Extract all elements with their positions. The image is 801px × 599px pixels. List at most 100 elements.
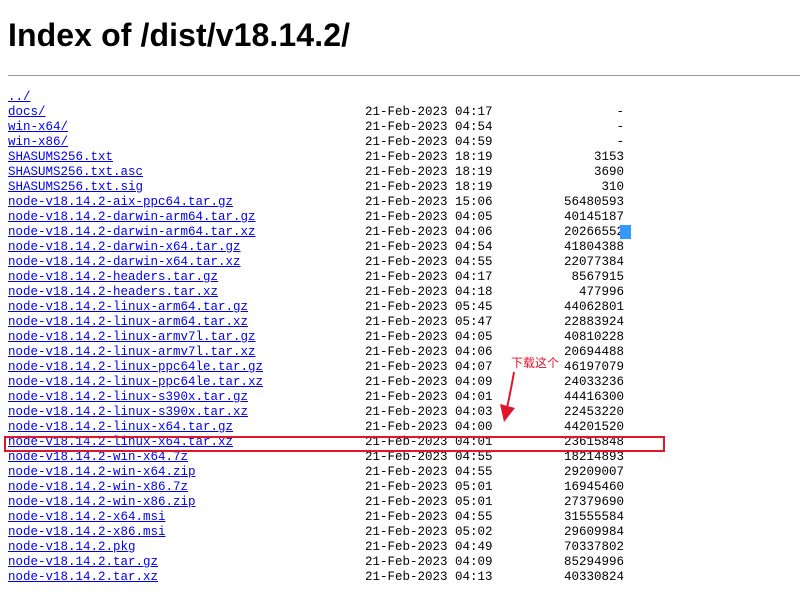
file-date: 21-Feb-2023 04:59 — [365, 135, 493, 149]
file-date: 21-Feb-2023 04:18 — [365, 285, 493, 299]
file-date: 21-Feb-2023 04:03 — [365, 405, 493, 419]
file-link[interactable]: ../ — [8, 90, 31, 104]
file-size: 40330824 — [563, 570, 624, 584]
file-date: 21-Feb-2023 04:13 — [365, 570, 493, 584]
file-date: 21-Feb-2023 04:54 — [365, 240, 493, 254]
table-row: node-v18.14.2-linux-armv7l.tar.xz 21-Feb-… — [8, 345, 624, 360]
table-row: SHASUMS256.txt.asc 21-Feb-2023 18:19 3690 — [8, 165, 624, 180]
file-date: 21-Feb-2023 04:55 — [365, 465, 493, 479]
file-link[interactable]: node-v18.14.2-linux-arm64.tar.gz — [8, 300, 248, 314]
file-size: 22453220 — [563, 405, 624, 419]
table-row: node-v18.14.2.pkg 21-Feb-2023 04:49 703378… — [8, 540, 624, 555]
file-link[interactable]: node-v18.14.2-linux-arm64.tar.xz — [8, 315, 248, 329]
file-size: 29609984 — [563, 525, 624, 539]
table-row: node-v18.14.2-win-x86.7z 21-Feb-2023 05:0… — [8, 480, 624, 495]
file-size: 85294996 — [563, 555, 624, 569]
file-link[interactable]: node-v18.14.2.pkg — [8, 540, 136, 554]
file-date: 21-Feb-2023 04:17 — [365, 270, 493, 284]
file-link[interactable]: node-v18.14.2.tar.gz — [8, 555, 158, 569]
file-size: 31555584 — [563, 510, 624, 524]
file-date: 21-Feb-2023 18:19 — [365, 165, 493, 179]
table-row: node-v18.14.2-linux-s390x.tar.gz 21-Feb-2… — [8, 390, 624, 405]
table-row: node-v18.14.2-darwin-x64.tar.gz 21-Feb-20… — [8, 240, 624, 255]
file-size: 8567915 — [571, 270, 624, 284]
file-link[interactable]: node-v18.14.2-win-x86.zip — [8, 495, 196, 509]
file-size: 56480593 — [563, 195, 624, 209]
file-size: - — [616, 120, 624, 134]
file-link[interactable]: node-v18.14.2-aix-ppc64.tar.gz — [8, 195, 233, 209]
table-row: SHASUMS256.txt.sig 21-Feb-2023 18:19 310 — [8, 180, 624, 195]
table-row: win-x64/21-Feb-2023 04:54 - — [8, 120, 624, 135]
file-size: 40145187 — [563, 210, 624, 224]
file-link[interactable]: node-v18.14.2-headers.tar.gz — [8, 270, 218, 284]
table-row: node-v18.14.2-win-x64.zip 21-Feb-2023 04:… — [8, 465, 624, 480]
file-link[interactable]: node-v18.14.2-x64.msi — [8, 510, 166, 524]
file-size: 20266552 — [563, 225, 624, 239]
table-row: node-v18.14.2-headers.tar.xz 21-Feb-2023 … — [8, 285, 624, 300]
file-date: 21-Feb-2023 04:49 — [365, 540, 493, 554]
file-link[interactable]: node-v18.14.2-linux-armv7l.tar.gz — [8, 330, 256, 344]
file-link[interactable]: node-v18.14.2-linux-s390x.tar.xz — [8, 405, 248, 419]
file-link[interactable]: SHASUMS256.txt.sig — [8, 180, 143, 194]
table-row: docs/21-Feb-2023 04:17 - — [8, 105, 624, 120]
file-link[interactable]: SHASUMS256.txt.asc — [8, 165, 143, 179]
file-date: 21-Feb-2023 04:54 — [365, 120, 493, 134]
file-link[interactable]: node-v18.14.2-headers.tar.xz — [8, 285, 218, 299]
file-link[interactable]: node-v18.14.2.tar.xz — [8, 570, 158, 584]
file-link[interactable]: win-x86/ — [8, 135, 68, 149]
page-title: Index of /dist/v18.14.2/ — [8, 17, 351, 53]
file-listing: ../docs/21-Feb-2023 04:17- win-x64/21-Feb… — [8, 90, 624, 585]
file-link[interactable]: node-v18.14.2-linux-s390x.tar.gz — [8, 390, 248, 404]
file-link[interactable]: SHASUMS256.txt — [8, 150, 113, 164]
table-row: node-v18.14.2-win-x86.zip 21-Feb-2023 05:… — [8, 495, 624, 510]
file-link[interactable]: node-v18.14.2-darwin-arm64.tar.gz — [8, 210, 256, 224]
table-row: node-v18.14.2-linux-arm64.tar.xz 21-Feb-2… — [8, 315, 624, 330]
file-date: 21-Feb-2023 04:55 — [365, 255, 493, 269]
table-row: SHASUMS256.txt 21-Feb-2023 18:19 3153 — [8, 150, 624, 165]
file-link[interactable]: win-x64/ — [8, 120, 68, 134]
file-date: 21-Feb-2023 05:02 — [365, 525, 493, 539]
file-link[interactable]: node-v18.14.2-win-x86.7z — [8, 480, 188, 494]
file-size: - — [616, 135, 624, 149]
file-link[interactable]: node-v18.14.2-linux-x64.tar.gz — [8, 420, 233, 434]
file-link[interactable]: node-v18.14.2-darwin-x64.tar.xz — [8, 255, 241, 269]
table-row: node-v18.14.2-aix-ppc64.tar.gz 21-Feb-202… — [8, 195, 624, 210]
file-link[interactable]: node-v18.14.2-linux-ppc64le.tar.xz — [8, 375, 263, 389]
table-row: node-v18.14.2-headers.tar.gz 21-Feb-2023 … — [8, 270, 624, 285]
file-link[interactable]: node-v18.14.2-win-x64.7z — [8, 450, 188, 464]
table-row: node-v18.14.2-linux-armv7l.tar.gz 21-Feb-… — [8, 330, 624, 345]
file-date: 21-Feb-2023 04:07 — [365, 360, 493, 374]
table-row: node-v18.14.2.tar.xz 21-Feb-2023 04:13 403… — [8, 570, 624, 585]
file-size: 3690 — [593, 165, 624, 179]
file-size: 29209007 — [563, 465, 624, 479]
file-link[interactable]: node-v18.14.2-linux-ppc64le.tar.gz — [8, 360, 263, 374]
file-link[interactable]: node-v18.14.2-win-x64.zip — [8, 465, 196, 479]
file-date: 21-Feb-2023 04:09 — [365, 555, 493, 569]
table-row: node-v18.14.2-linux-s390x.tar.xz 21-Feb-2… — [8, 405, 624, 420]
file-link[interactable]: node-v18.14.2-darwin-x64.tar.gz — [8, 240, 241, 254]
file-link[interactable]: docs/ — [8, 105, 46, 119]
table-row: node-v18.14.2-x86.msi 21-Feb-2023 05:02 29… — [8, 525, 624, 540]
annotation-arrow-icon — [500, 371, 515, 422]
file-size: 44062801 — [563, 300, 624, 314]
table-row: node-v18.14.2-win-x64.7z 21-Feb-2023 04:5… — [8, 450, 624, 465]
file-link[interactable]: node-v18.14.2-darwin-arm64.tar.xz — [8, 225, 256, 239]
file-size: 40810228 — [563, 330, 624, 344]
file-size: 44416300 — [563, 390, 624, 404]
file-size: - — [616, 105, 624, 119]
file-date: 21-Feb-2023 18:19 — [365, 180, 493, 194]
file-date: 21-Feb-2023 05:01 — [365, 495, 493, 509]
file-date: 21-Feb-2023 04:01 — [365, 390, 493, 404]
table-row: node-v18.14.2-darwin-x64.tar.xz 21-Feb-20… — [8, 255, 624, 270]
file-link[interactable]: node-v18.14.2-x86.msi — [8, 525, 166, 539]
table-row: node-v18.14.2-linux-ppc64le.tar.gz 21-Feb… — [8, 360, 624, 375]
file-size: 18214893 — [563, 450, 624, 464]
file-date: 21-Feb-2023 18:19 — [365, 150, 493, 164]
file-link[interactable]: node-v18.14.2-linux-armv7l.tar.xz — [8, 345, 256, 359]
file-date: 21-Feb-2023 04:05 — [365, 330, 493, 344]
table-row: node-v18.14.2.tar.gz 21-Feb-2023 04:09 852… — [8, 555, 624, 570]
file-date: 21-Feb-2023 04:05 — [365, 210, 493, 224]
text-selection-highlight — [620, 225, 631, 239]
file-date: 21-Feb-2023 04:09 — [365, 375, 493, 389]
file-date: 21-Feb-2023 04:55 — [365, 450, 493, 464]
